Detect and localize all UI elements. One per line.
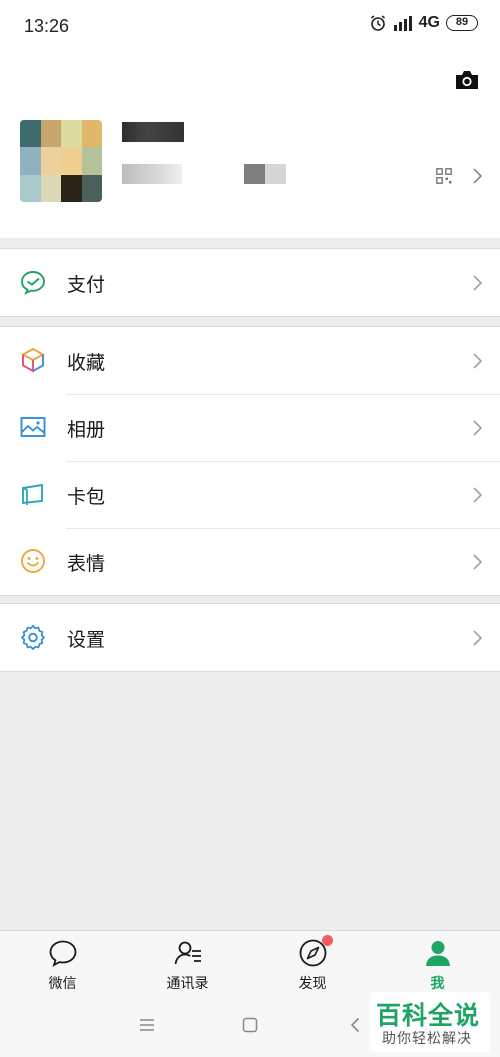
menu-item-album[interactable]: 相册 (0, 394, 500, 461)
menu-item-pay[interactable]: 支付 (0, 249, 500, 316)
bottom-tab-bar: 微信 通讯录 发现 我 (0, 930, 500, 997)
menu-item-label: 支付 (67, 274, 106, 296)
menu-item-label: 卡包 (67, 486, 106, 508)
home-nav-icon[interactable] (242, 1017, 258, 1037)
tab-me[interactable]: 我 (375, 931, 500, 997)
menu-item-label: 设置 (67, 629, 106, 651)
tab-label: 微信 (48, 976, 77, 992)
chevron-right-icon[interactable] (472, 168, 482, 184)
contacts-icon (173, 938, 203, 968)
album-icon (20, 414, 46, 440)
alarm-icon (369, 14, 387, 32)
tab-discover[interactable]: 发现 (250, 931, 375, 997)
tab-label: 通讯录 (166, 976, 209, 992)
back-nav-icon[interactable] (350, 1017, 360, 1037)
tab-label: 我 (430, 976, 445, 992)
status-icons: 4G 89 (369, 14, 478, 32)
watermark-subtitle: 助你轻松解决 (382, 1031, 472, 1047)
menu-item-label: 相册 (67, 419, 106, 441)
battery-indicator: 89 (446, 15, 478, 31)
menu-item-card-package[interactable]: 卡包 (0, 461, 500, 528)
tab-label: 发现 (298, 976, 327, 992)
wechat-id-blurred (122, 164, 287, 184)
tab-contacts[interactable]: 通讯录 (125, 931, 250, 997)
network-label: 4G (418, 14, 440, 31)
menu-group-pay: 支付 (0, 248, 500, 317)
favorites-cube-icon (20, 347, 46, 373)
tab-chats[interactable]: 微信 (0, 931, 125, 997)
status-time: 13:26 (24, 16, 70, 36)
chevron-right-icon (472, 630, 482, 646)
chevron-right-icon (472, 554, 482, 570)
profile-header[interactable] (0, 56, 500, 238)
menu-item-favorites[interactable]: 收藏 (0, 327, 500, 394)
menu-item-label: 收藏 (67, 352, 106, 374)
watermark-logo: 百科全说 助你轻松解决 (370, 992, 490, 1052)
camera-icon[interactable] (454, 69, 480, 91)
person-icon (423, 938, 453, 968)
chevron-right-icon (472, 353, 482, 369)
menu-group-main: 收藏 相册 卡包 表情 (0, 326, 500, 596)
watermark-title: 百科全说 (376, 1001, 481, 1030)
settings-icon (20, 624, 46, 650)
avatar[interactable] (20, 120, 102, 202)
qr-code-icon[interactable] (436, 168, 452, 184)
signal-icon (393, 15, 413, 31)
menu-item-label: 表情 (67, 553, 106, 575)
wallet-icon (20, 269, 46, 295)
notification-dot (321, 935, 333, 946)
compass-icon (298, 935, 333, 968)
status-bar: 13:26 4G 89 (0, 0, 500, 56)
card-icon (20, 481, 46, 507)
chat-bubble-icon (48, 938, 78, 968)
menu-item-settings[interactable]: 设置 (0, 604, 500, 671)
chevron-right-icon (472, 420, 482, 436)
chevron-right-icon (472, 275, 482, 291)
nickname-blurred (122, 122, 184, 142)
menu-item-stickers[interactable]: 表情 (0, 528, 500, 595)
sticker-icon (20, 548, 46, 574)
menu-group-settings: 设置 (0, 603, 500, 672)
menu-nav-icon[interactable] (139, 1017, 155, 1037)
chevron-right-icon (472, 487, 482, 503)
